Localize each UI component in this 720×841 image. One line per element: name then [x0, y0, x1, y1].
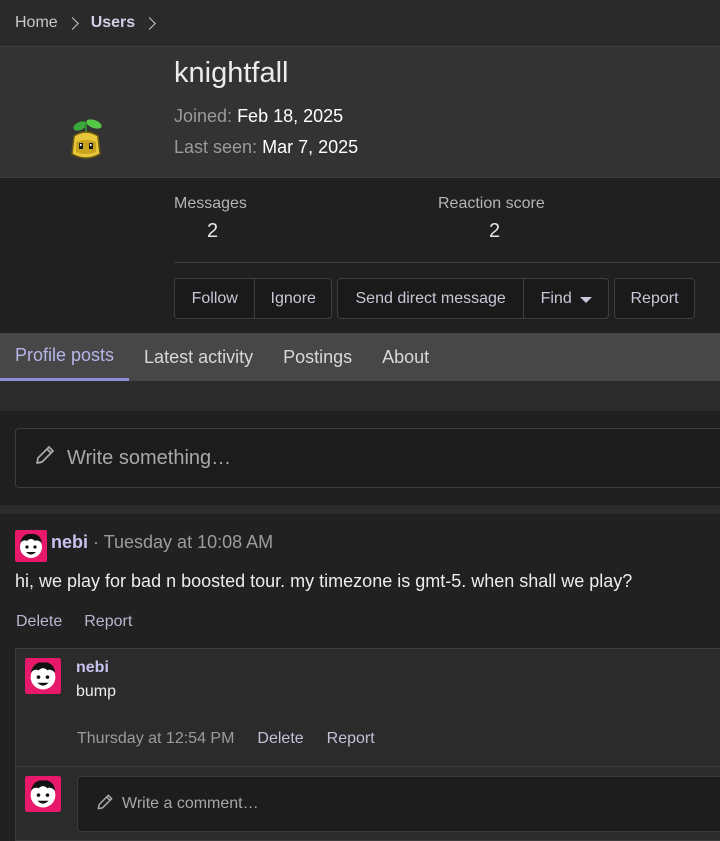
last-seen-label: Last seen:: [174, 137, 258, 157]
joined-label: Joined:: [174, 106, 233, 126]
avatar[interactable]: [15, 530, 47, 562]
find-dropdown-button[interactable]: Find: [523, 279, 608, 318]
avatar[interactable]: [25, 658, 61, 694]
pencil-icon: [33, 443, 57, 473]
messages-value[interactable]: 2: [207, 220, 218, 243]
profile-tabs: Profile posts Latest activity Postings A…: [0, 333, 720, 381]
joined-line: Joined: Feb 18, 2025: [174, 106, 343, 127]
write-post-placeholder: Write something…: [67, 446, 232, 469]
chevron-right-icon: [65, 16, 79, 30]
write-post-area: Write something…: [0, 411, 720, 505]
breadcrumb-users[interactable]: Users: [91, 14, 135, 32]
last-seen-value[interactable]: Mar 7, 2025: [262, 137, 358, 157]
breadcrumb: Home Users: [0, 0, 720, 46]
delete-post-link[interactable]: Delete: [16, 613, 62, 631]
comment-text: bump: [76, 683, 117, 700]
report-profile-button[interactable]: Report: [615, 279, 694, 318]
message-find-group: Send direct message Find: [337, 278, 609, 319]
sprout-bell-sprite-icon: [71, 119, 102, 159]
divider: [174, 262, 720, 263]
joined-value: Feb 18, 2025: [237, 106, 344, 126]
tab-profile-posts[interactable]: Profile posts: [0, 333, 130, 381]
ignore-button[interactable]: Ignore: [254, 279, 331, 318]
post-meta: nebi · Tuesday at 10:08 AM: [51, 532, 273, 553]
send-direct-message-button[interactable]: Send direct message: [338, 279, 523, 318]
post-actions: Delete Report: [16, 613, 132, 631]
tab-postings[interactable]: Postings: [268, 333, 367, 381]
post-author[interactable]: nebi: [51, 532, 88, 552]
comment-actions: Thursday at 12:54 PM Delete Report: [77, 730, 375, 748]
comments-section: nebi bump Thursday at 12:54 PM Delete Re…: [15, 648, 720, 841]
follow-button[interactable]: Follow: [175, 279, 254, 318]
breadcrumb-home[interactable]: Home: [15, 14, 58, 32]
profile-stats: Messages 2 Reaction score 2 Follow Ignor…: [0, 177, 720, 333]
report-group: Report: [614, 278, 695, 319]
comment-author[interactable]: nebi: [76, 659, 109, 677]
tab-latest-activity[interactable]: Latest activity: [129, 333, 268, 381]
write-post-input[interactable]: Write something…: [15, 428, 720, 488]
comment-input[interactable]: Write a comment…: [77, 776, 720, 832]
comment-time[interactable]: Thursday at 12:54 PM: [77, 730, 234, 748]
profile-username: knightfall: [174, 57, 289, 89]
chevron-right-icon: [143, 16, 157, 30]
report-post-link[interactable]: Report: [84, 613, 132, 631]
nebi-avatar-icon: [25, 658, 61, 694]
last-seen-line: Last seen: Mar 7, 2025: [174, 137, 358, 158]
profile-header: knightfall Joined: Feb 18, 2025 Last see…: [0, 46, 720, 177]
reaction-score-label: Reaction score: [438, 195, 545, 212]
profile-avatar[interactable]: [62, 112, 110, 168]
comment-placeholder: Write a comment…: [122, 795, 259, 812]
divider: [0, 505, 720, 514]
report-comment-link[interactable]: Report: [327, 730, 375, 748]
divider: [16, 766, 720, 767]
nebi-avatar-icon: [25, 776, 61, 812]
tab-about[interactable]: About: [367, 333, 444, 381]
reaction-score-value[interactable]: 2: [489, 220, 500, 243]
profile-post: nebi · Tuesday at 10:08 AM hi, we play f…: [0, 514, 720, 841]
follow-ignore-group: Follow Ignore: [174, 278, 332, 319]
caret-down-icon: [579, 296, 592, 303]
post-time[interactable]: Tuesday at 10:08 AM: [104, 532, 273, 552]
find-label: Find: [540, 289, 572, 307]
meta-separator: ·: [88, 532, 104, 552]
post-body: hi, we play for bad n boosted tour. my t…: [15, 571, 633, 591]
tabs-spacer: [0, 381, 720, 411]
messages-label: Messages: [174, 195, 247, 212]
nebi-avatar-icon: [15, 530, 47, 562]
pencil-icon: [95, 792, 115, 817]
avatar[interactable]: [25, 776, 61, 812]
delete-comment-link[interactable]: Delete: [257, 730, 303, 748]
